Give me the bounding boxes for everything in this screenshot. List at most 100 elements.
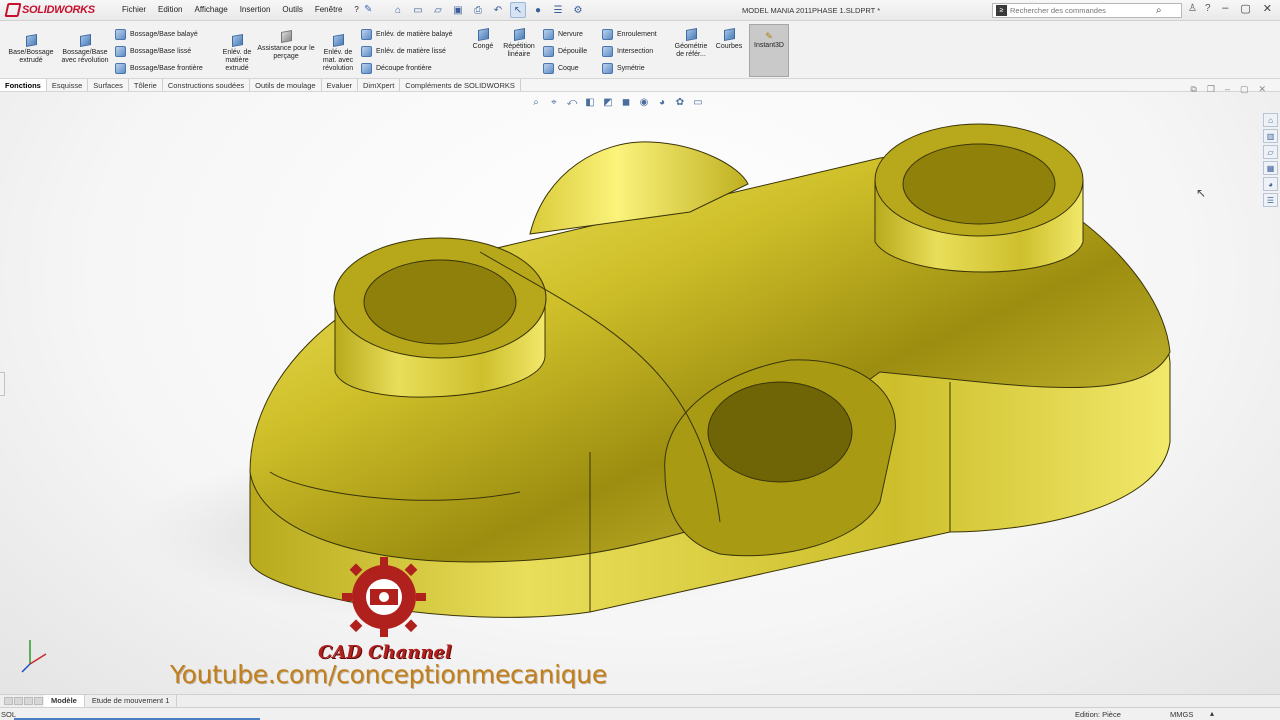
linear-pattern-icon <box>511 27 527 41</box>
instant3d-icon: ✎ <box>765 31 773 41</box>
solidworks-window: SOLIDWORKS Fichier Edition Affichage Ins… <box>0 0 1280 720</box>
extrude-label: Base/Bossage extrudé <box>8 49 54 64</box>
intersect-button[interactable]: Intersection <box>602 46 653 57</box>
select-arrow-icon[interactable]: ↖ <box>510 2 526 18</box>
loft-label: Bossage/Base lissé <box>130 48 192 55</box>
close-icon[interactable]: ✕ <box>1263 2 1272 15</box>
draft-button[interactable]: Dépouille <box>543 46 587 57</box>
menu-edition[interactable]: Edition <box>152 5 188 14</box>
cut-swept-button[interactable]: Enlév. de matière balayé <box>361 29 453 40</box>
cut-boundary-button[interactable]: Découpe frontière <box>361 63 432 74</box>
mirror-icon <box>602 63 613 74</box>
menu-fenetre[interactable]: Fenêtre <box>309 5 349 14</box>
command-search-box[interactable]: ≥ ⌕ <box>992 3 1182 18</box>
swept-label: Bossage/Base balayé <box>130 31 198 38</box>
help-icon[interactable]: ? <box>1205 3 1211 14</box>
search-input[interactable] <box>1010 6 1150 15</box>
loft-boss-button[interactable]: Bossage/Base lissé <box>115 46 191 57</box>
pattern-label: Répétition linéaire <box>503 43 535 58</box>
front-boss-hole <box>707 381 853 483</box>
tab-constructions-soudees[interactable]: Constructions soudées <box>163 79 251 91</box>
rebuild-icon[interactable]: ● <box>530 2 546 18</box>
hole-wizard-icon <box>278 29 294 43</box>
hole-wizard-label: Assistance pour le perçage <box>257 45 315 60</box>
cut-loft-icon <box>361 46 372 57</box>
tab-fonctions[interactable]: Fonctions <box>0 79 47 91</box>
tab-surfaces[interactable]: Surfaces <box>88 79 129 91</box>
boundary-icon <box>115 63 126 74</box>
menu-help[interactable]: ? <box>348 5 364 14</box>
tab-complements[interactable]: Compléments de SOLIDWORKS <box>400 79 521 91</box>
right-boss-hole <box>902 143 1056 225</box>
document-title: MODEL MANIA 2011PHASE 1.SLDPRT * <box>742 6 881 15</box>
undo-icon[interactable]: ↶ <box>490 2 506 18</box>
maximize-icon[interactable]: ▢ <box>1240 2 1250 15</box>
extrude-icon <box>23 33 39 47</box>
units-arrow-icon[interactable]: ▴ <box>1210 709 1214 718</box>
mouse-cursor-icon: ↖ <box>1196 186 1207 200</box>
bottom-tabs-bar: Modèle Etude de mouvement 1 <box>0 694 1280 707</box>
linear-pattern-button[interactable]: Répétition linéaire <box>498 27 540 59</box>
instant3d-button[interactable]: ✎ Instant3D <box>749 24 789 77</box>
solidworks-logo[interactable]: SOLIDWORKS <box>4 3 95 17</box>
options-gear-icon[interactable]: ⚙ <box>570 2 586 18</box>
tab-scroll-arrows[interactable] <box>0 697 44 705</box>
fillet-button[interactable]: Congé <box>468 27 498 51</box>
draft-label: Dépouille <box>558 48 588 55</box>
tab-dimxpert[interactable]: DimXpert <box>358 79 401 91</box>
wrap-label: Enroulement <box>617 31 657 38</box>
revolve-boss-button[interactable]: Bossage/Base avec révolution <box>60 33 110 65</box>
shell-label: Coque <box>558 65 579 72</box>
tab-evaluer[interactable]: Evaluer <box>322 79 359 91</box>
boundary-boss-button[interactable]: Bossage/Base frontière <box>115 63 203 74</box>
fillet-label: Congé <box>472 43 494 50</box>
shell-icon <box>543 63 554 74</box>
print-icon[interactable]: ⎙ <box>470 2 486 18</box>
cut-revolve-icon <box>330 33 346 47</box>
menu-outils[interactable]: Outils <box>276 5 308 14</box>
shell-button[interactable]: Coque <box>543 63 579 74</box>
units-selector[interactable]: MMGS <box>1170 710 1193 719</box>
3d-part-model[interactable] <box>0 92 1280 694</box>
mirror-button[interactable]: Symétrie <box>602 63 645 74</box>
home-icon[interactable]: ⌂ <box>390 2 406 18</box>
menu-affichage[interactable]: Affichage <box>188 5 233 14</box>
tab-esquisse[interactable]: Esquisse <box>47 79 89 91</box>
cut-extrude-button[interactable]: Enlév. de matière extrudé <box>218 33 256 73</box>
cut-revolve-button[interactable]: Enlév. de mat. avec révolution <box>318 33 358 73</box>
curves-label: Courbes <box>715 43 743 50</box>
loft-icon <box>115 46 126 57</box>
search-icon[interactable]: ⌕ <box>1156 5 1162 16</box>
minimize-icon[interactable]: – <box>1222 2 1228 15</box>
wrap-icon <box>602 29 613 40</box>
fillet-icon <box>475 27 491 41</box>
cut-boundary-icon <box>361 63 372 74</box>
curves-button[interactable]: Courbes <box>712 27 746 51</box>
cad-channel-gear-logo <box>342 557 426 637</box>
file-properties-icon[interactable]: ☰ <box>550 2 566 18</box>
window-controls: – ▢ ✕ <box>1222 2 1272 15</box>
save-icon[interactable]: ▣ <box>450 2 466 18</box>
pin-menu-icon[interactable]: ✎ <box>364 4 374 16</box>
reference-geometry-icon <box>683 27 699 41</box>
extrude-boss-button[interactable]: Base/Bossage extrudé <box>6 33 56 65</box>
wrap-button[interactable]: Enroulement <box>602 29 657 40</box>
rib-icon <box>543 29 554 40</box>
tab-outils-moulage[interactable]: Outils de moulage <box>250 79 322 91</box>
rib-button[interactable]: Nervure <box>543 29 583 40</box>
new-document-icon[interactable]: ▭ <box>410 2 426 18</box>
user-icon[interactable]: ♙ <box>1188 3 1197 14</box>
menu-insertion[interactable]: Insertion <box>234 5 277 14</box>
swept-boss-button[interactable]: Bossage/Base balayé <box>115 29 198 40</box>
menu-fichier[interactable]: Fichier <box>116 5 152 14</box>
instant3d-label: Instant3D <box>754 42 784 49</box>
cut-boundary-label: Découpe frontière <box>376 65 432 72</box>
open-folder-icon[interactable]: ▱ <box>430 2 446 18</box>
tab-motion-study[interactable]: Etude de mouvement 1 <box>85 695 178 707</box>
cut-loft-button[interactable]: Enlév. de matière lissé <box>361 46 446 57</box>
reference-geometry-button[interactable]: Géométrie de référ... <box>670 27 712 59</box>
hole-wizard-button[interactable]: Assistance pour le perçage <box>256 29 316 61</box>
youtube-url-text: Youtube.com/conceptionmecanique <box>170 660 607 689</box>
tab-tolerie[interactable]: Tôlerie <box>129 79 163 91</box>
tab-modele[interactable]: Modèle <box>44 695 85 707</box>
